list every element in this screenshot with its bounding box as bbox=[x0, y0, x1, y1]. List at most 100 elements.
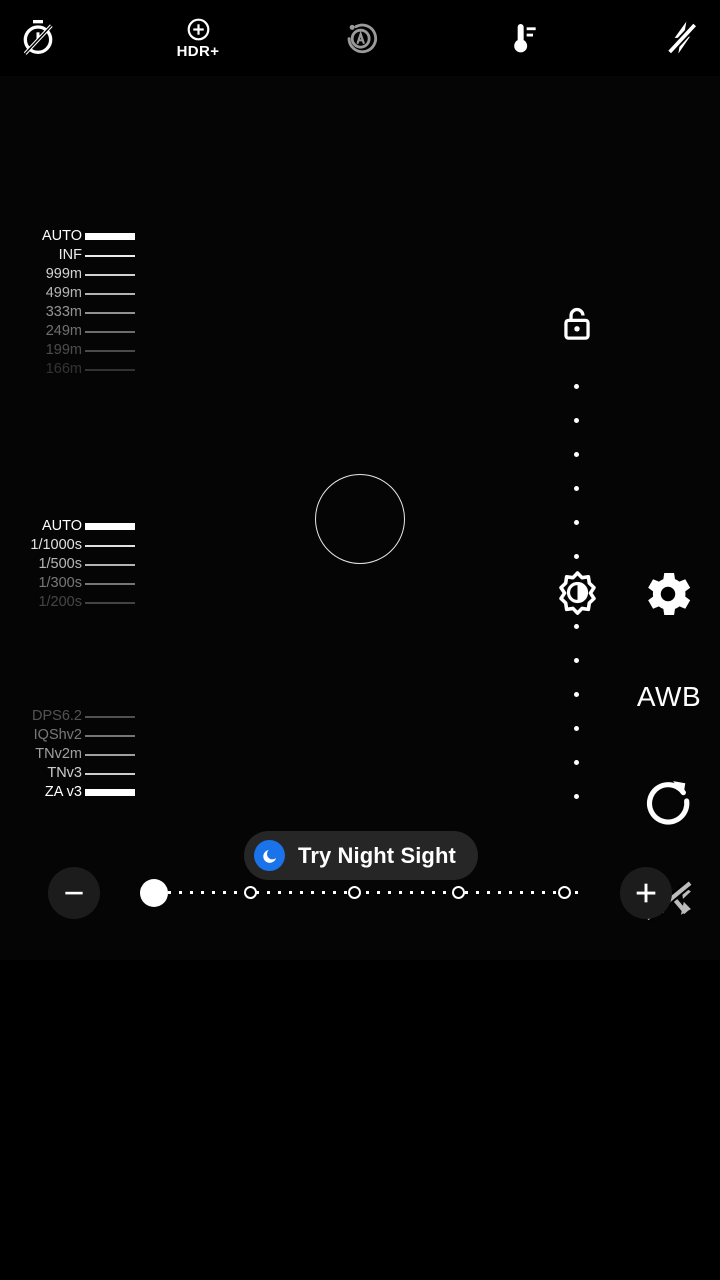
focus-distance-row[interactable]: INF bbox=[0, 246, 140, 265]
focus-distance-row[interactable]: 999m bbox=[0, 265, 140, 284]
exposure-slider-dot[interactable] bbox=[574, 520, 579, 525]
minus-icon bbox=[65, 891, 83, 895]
lock-icon bbox=[564, 307, 590, 340]
white-balance-button[interactable]: AWB bbox=[634, 676, 704, 718]
reset-rotate-button[interactable] bbox=[640, 773, 696, 829]
focus-distance-scale[interactable]: AUTO INF 999m 499m 333m 249m 199m 166m bbox=[0, 227, 140, 379]
shutter-speed-row[interactable]: 1/500s bbox=[0, 555, 140, 574]
exposure-slider-dot[interactable] bbox=[574, 658, 579, 663]
zoom-slider-thumb[interactable] bbox=[140, 879, 168, 907]
pipeline-version-row[interactable]: DPS6.2 bbox=[0, 707, 140, 726]
focus-distance-tick bbox=[85, 233, 135, 240]
shutter-speed-tick bbox=[85, 545, 135, 547]
pipeline-version-row[interactable]: IQShv2 bbox=[0, 726, 140, 745]
brightness-icon bbox=[559, 571, 596, 615]
auto-motion-button[interactable] bbox=[330, 12, 390, 64]
pipeline-version-tick bbox=[85, 716, 135, 718]
pipeline-version-label: DPS6.2 bbox=[32, 708, 82, 724]
pipeline-version-label: ZA v3 bbox=[44, 784, 82, 800]
plus-icon bbox=[636, 883, 656, 903]
zoom-control-row bbox=[0, 865, 720, 935]
mode-tab-bar: ght SightPortraitCameraVideoMore bbox=[0, 960, 720, 1055]
settings-button[interactable] bbox=[640, 566, 696, 622]
shutter-speed-label: 1/200s bbox=[38, 594, 82, 610]
timer-off-button[interactable] bbox=[8, 12, 68, 64]
focus-distance-label: 999m bbox=[45, 266, 82, 282]
focus-distance-label: 249m bbox=[45, 323, 82, 339]
focus-distance-row[interactable]: 499m bbox=[0, 284, 140, 303]
exposure-slider-thumb[interactable] bbox=[555, 570, 600, 615]
zoom-stop-marker[interactable] bbox=[452, 886, 465, 899]
shutter-speed-row[interactable]: 1/1000s bbox=[0, 536, 140, 555]
exposure-slider-dot[interactable] bbox=[574, 794, 579, 799]
top-toolbar: HDR+ bbox=[0, 0, 720, 76]
shutter-speed-tick bbox=[85, 602, 135, 604]
focus-distance-tick bbox=[85, 255, 135, 257]
capture-bar bbox=[0, 1055, 720, 1280]
auto-motion-icon bbox=[347, 23, 378, 54]
zoom-stop-marker[interactable] bbox=[244, 886, 257, 899]
pipeline-version-row[interactable]: TNv3 bbox=[0, 764, 140, 783]
zoom-track-dashes bbox=[168, 891, 580, 895]
focus-distance-tick bbox=[85, 312, 135, 314]
shutter-speed-label: AUTO bbox=[41, 518, 82, 534]
awb-label: AWB bbox=[636, 681, 702, 712]
pipeline-version-tick bbox=[85, 754, 135, 756]
shutter-speed-scale[interactable]: AUTO 1/1000s 1/500s 1/300s 1/200s bbox=[0, 517, 140, 612]
pipeline-version-row[interactable]: ZA v3 bbox=[0, 783, 140, 802]
zoom-in-button[interactable] bbox=[620, 867, 672, 919]
shutter-speed-tick bbox=[85, 583, 135, 585]
hdr-plus-icon bbox=[187, 18, 209, 40]
shutter-speed-row[interactable]: 1/300s bbox=[0, 574, 140, 593]
refresh-rotate-icon bbox=[646, 781, 690, 825]
focus-distance-row[interactable]: 249m bbox=[0, 322, 140, 341]
focus-distance-tick bbox=[85, 369, 135, 371]
exposure-slider-dot[interactable] bbox=[574, 418, 579, 423]
exposure-slider-dot[interactable] bbox=[574, 554, 579, 559]
focus-distance-tick bbox=[85, 274, 135, 276]
pipeline-version-label: IQShv2 bbox=[33, 727, 82, 743]
hdr-plus-label: HDR+ bbox=[176, 42, 220, 60]
focus-distance-tick bbox=[85, 350, 135, 352]
exposure-slider-dot[interactable] bbox=[574, 760, 579, 765]
settings-gear-icon bbox=[648, 573, 691, 615]
shutter-speed-label: 1/500s bbox=[38, 556, 82, 572]
viewfinder-preview[interactable]: AUTO INF 999m 499m 333m 249m 199m 166m AUTO 1/10… bbox=[0, 76, 720, 960]
zoom-out-button[interactable] bbox=[48, 867, 100, 919]
focus-ring-indicator bbox=[315, 474, 405, 564]
pipeline-version-tick bbox=[85, 789, 135, 796]
focus-distance-row[interactable]: 333m bbox=[0, 303, 140, 322]
exposure-slider-dot[interactable] bbox=[574, 452, 579, 457]
exposure-slider-dot[interactable] bbox=[574, 726, 579, 731]
focus-distance-label: 166m bbox=[45, 361, 82, 377]
shutter-speed-row[interactable]: AUTO bbox=[0, 517, 140, 536]
zoom-slider[interactable] bbox=[140, 879, 580, 907]
exposure-slider-dot[interactable] bbox=[574, 692, 579, 697]
pipeline-version-label: TNv3 bbox=[47, 765, 82, 781]
flash-off-icon bbox=[666, 21, 698, 55]
shutter-speed-row[interactable]: 1/200s bbox=[0, 593, 140, 612]
pipeline-version-tick bbox=[85, 773, 135, 775]
exposure-slider-dot[interactable] bbox=[574, 486, 579, 491]
thermometer-button[interactable] bbox=[490, 12, 550, 64]
timer-off-icon bbox=[23, 20, 53, 55]
hdr-plus-button[interactable]: HDR+ bbox=[168, 12, 228, 64]
pipeline-version-scale[interactable]: DPS6.2 IQShv2 TNv2m TNv3 ZA v3 bbox=[0, 707, 140, 802]
shutter-speed-label: 1/1000s bbox=[30, 537, 82, 553]
moon-icon bbox=[262, 849, 276, 863]
flash-off-button[interactable] bbox=[652, 12, 712, 64]
exposure-slider-dot[interactable] bbox=[574, 384, 579, 389]
pipeline-version-label: TNv2m bbox=[35, 746, 82, 762]
focus-distance-label: AUTO bbox=[41, 228, 82, 244]
pipeline-version-tick bbox=[85, 735, 135, 737]
focus-distance-row[interactable]: AUTO bbox=[0, 227, 140, 246]
shutter-speed-tick bbox=[85, 564, 135, 566]
focus-distance-row[interactable]: 199m bbox=[0, 341, 140, 360]
exposure-slider-dot[interactable] bbox=[574, 624, 579, 629]
zoom-stop-marker[interactable] bbox=[348, 886, 361, 899]
zoom-stop-marker[interactable] bbox=[558, 886, 571, 899]
pipeline-version-row[interactable]: TNv2m bbox=[0, 745, 140, 764]
camera-app-screen: HDR+ AUTO INF 999m 499m 333m 249m 199m 1… bbox=[0, 0, 720, 1280]
focus-distance-row[interactable]: 166m bbox=[0, 360, 140, 379]
exposure-lock-button[interactable] bbox=[560, 304, 594, 344]
